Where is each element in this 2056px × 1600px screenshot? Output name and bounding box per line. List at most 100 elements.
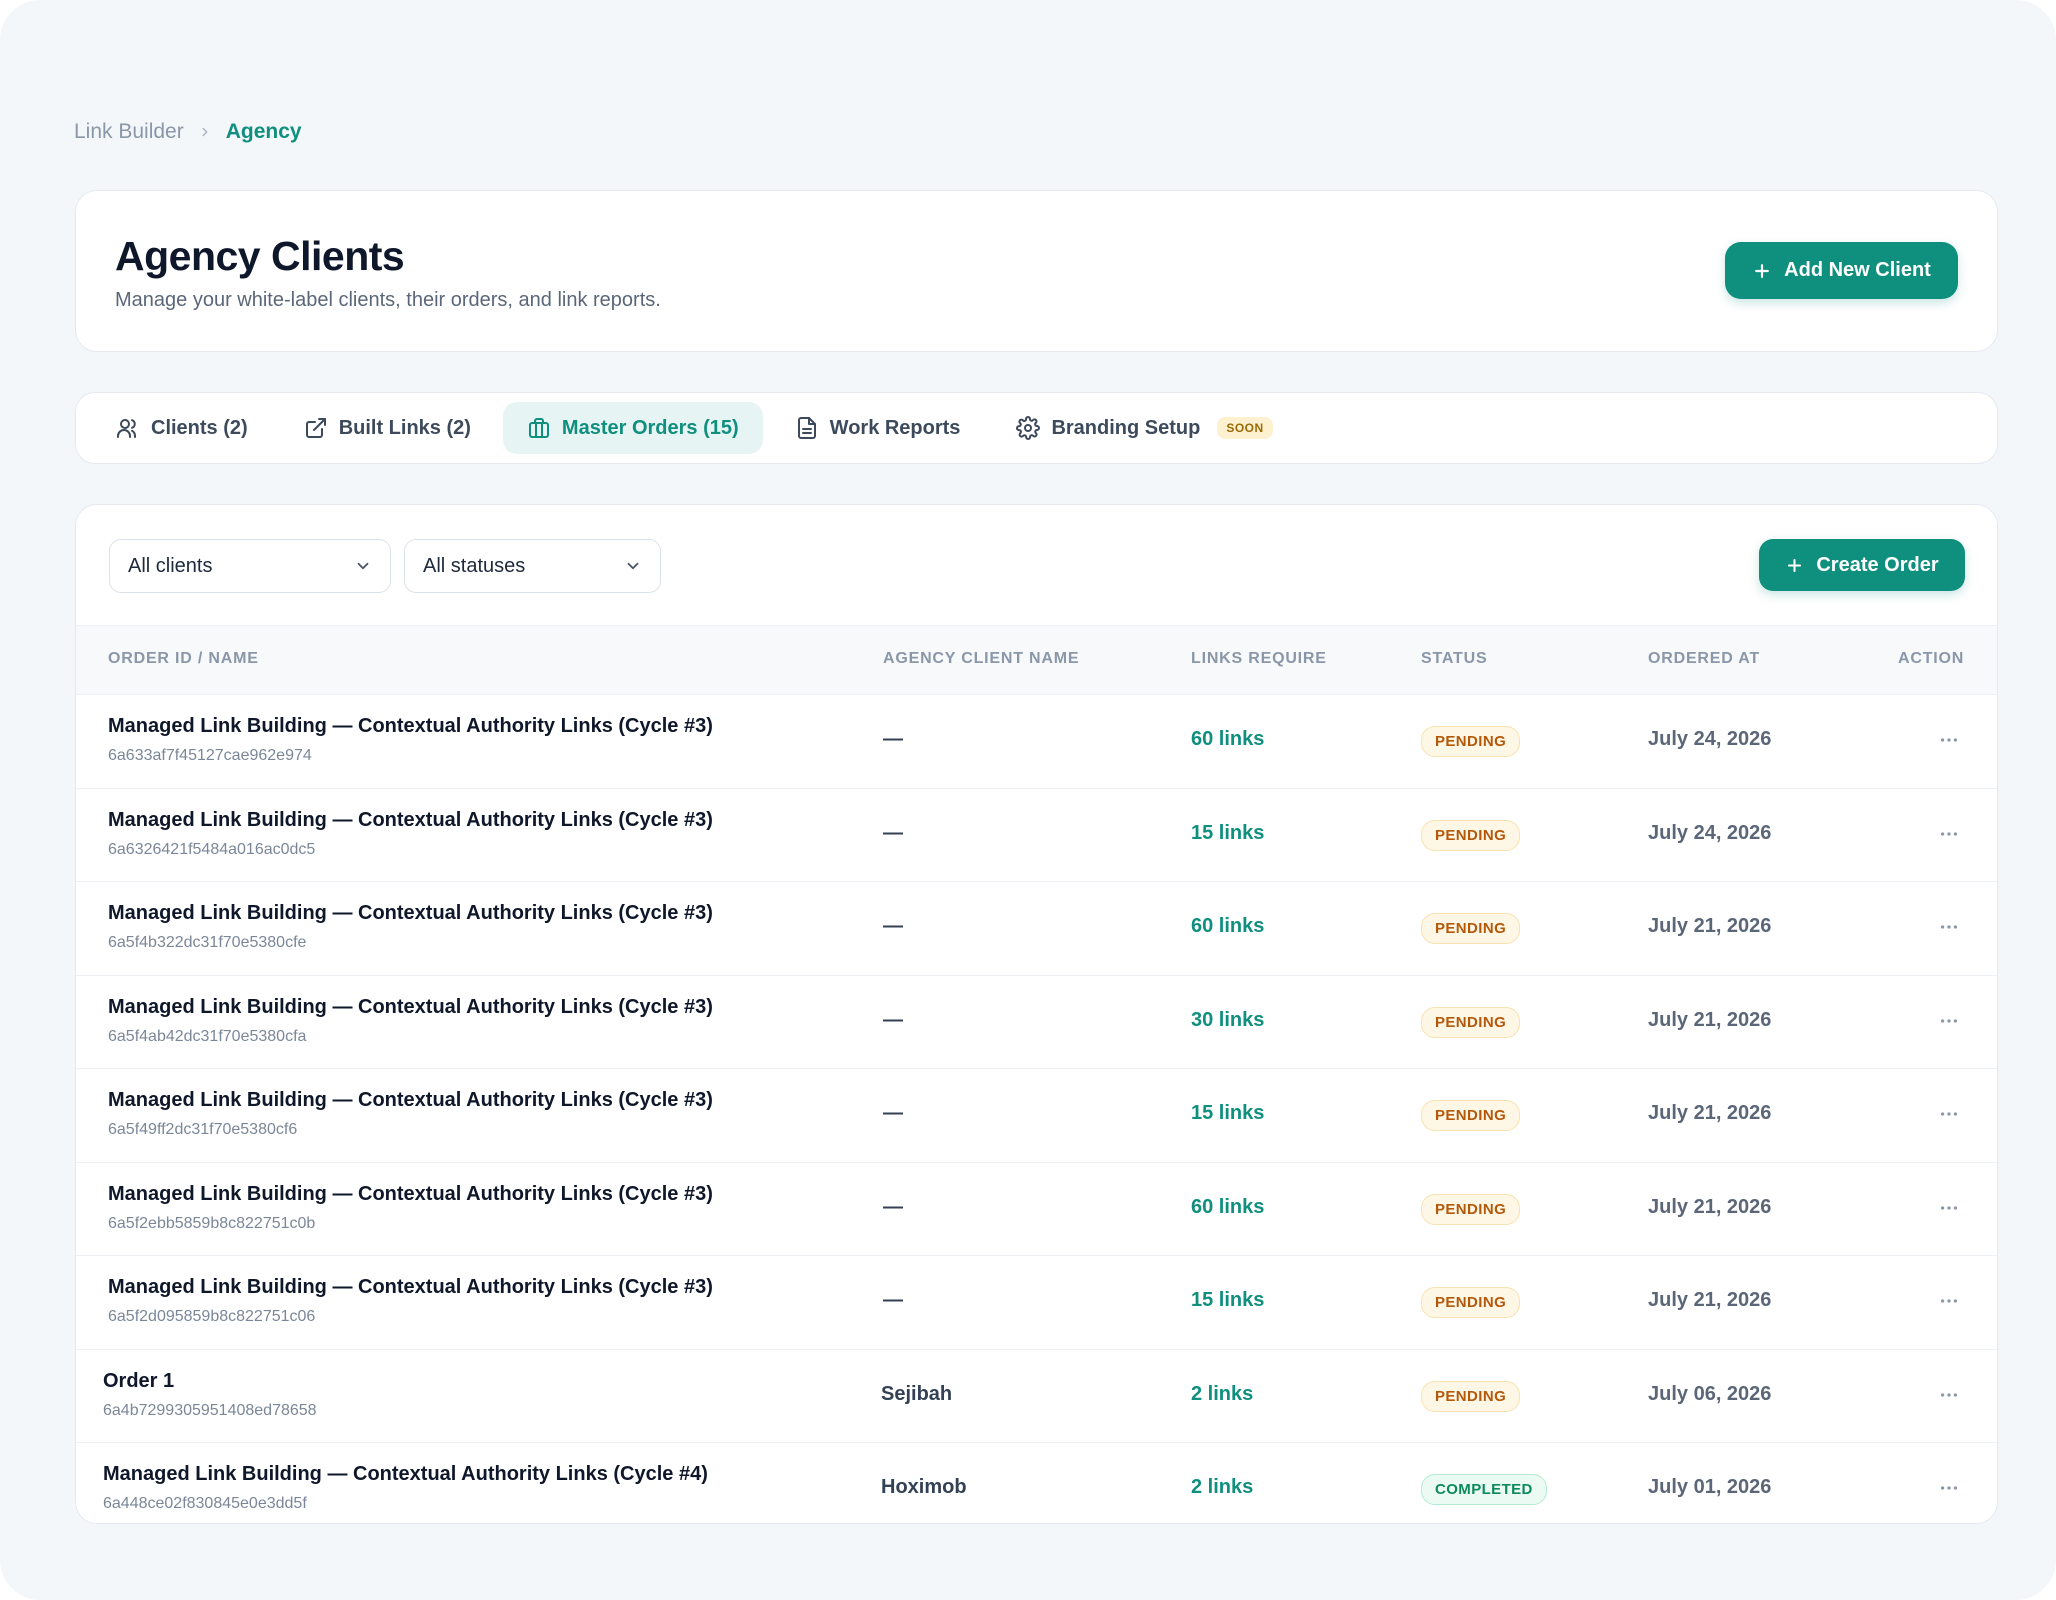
status-badge: PENDING [1421,1100,1521,1131]
row-action-button[interactable] [1934,1193,1964,1223]
status-badge: PENDING [1421,819,1521,851]
table-row[interactable]: Managed Link Building — Contextual Autho… [76,1162,1997,1256]
tab-built-links-label: Built Links (2) [338,416,471,439]
status-filter-select[interactable]: All statuses [404,539,661,593]
links-required: 2 links [1191,1382,1254,1405]
order-name[interactable]: Managed Link Building — Contextual Autho… [108,809,713,832]
table-row[interactable]: Managed Link Building — Contextual Autho… [76,1256,1997,1350]
order-name[interactable]: Managed Link Building — Contextual Autho… [108,1089,713,1112]
links-required: 15 links [1191,1289,1265,1311]
more-horizontal-icon [1940,738,1958,742]
more-horizontal-icon [1940,1205,1958,1210]
row-action-button[interactable] [1934,1099,1964,1129]
order-id: 6a5f2ebb5859b8c822751c0b [108,1214,316,1232]
column-header-status[interactable]: STATUS [1421,650,1487,668]
tab-branding-setup[interactable]: Branding Setup SOON [992,402,1296,454]
more-horizontal-icon [1940,1486,1958,1490]
agency-client-name: Sejibah [881,1382,953,1405]
breadcrumb-current: Agency [225,120,302,143]
add-new-client-button[interactable]: Add New Client [1725,242,1958,299]
more-horizontal-icon [1940,831,1958,836]
orders-table-card: All clients All statuses Create Order OR… [75,504,1998,1524]
page-header-card: Agency Clients Manage your white-label c… [75,190,1998,352]
status-badge: COMPLETED [1421,1474,1547,1505]
create-order-label: Create Order [1816,553,1939,576]
plus-icon [1788,558,1802,572]
app-frame: Link Builder Agency Agency Clients Manag… [0,0,2056,1600]
row-action-button[interactable] [1934,819,1964,849]
row-action-button[interactable] [1934,725,1964,755]
plus-icon [1755,263,1770,278]
links-required: 60 links [1191,915,1265,937]
breadcrumb: Link Builder Agency [74,120,302,144]
ordered-at: July 24, 2026 [1648,728,1772,750]
status-badge: PENDING [1421,1380,1521,1412]
table-row[interactable]: Managed Link Building — Contextual Autho… [76,975,1997,1069]
order-id: 6a448ce02f830845e0e3dd5f [103,1495,307,1512]
order-id: 6a6326421f5484a016ac0dc5 [108,840,316,858]
tab-master-orders[interactable]: Master Orders (15) [502,402,763,454]
table-row[interactable]: Managed Link Building — Contextual Autho… [76,695,1997,789]
chevron-down-icon [357,562,369,570]
links-required: 30 links [1191,1008,1265,1031]
table-row[interactable]: Managed Link Building — Contextual Autho… [76,882,1997,976]
tab-branding-setup-label: Branding Setup [1051,416,1201,439]
order-name[interactable]: Managed Link Building — Contextual Autho… [108,1276,713,1299]
table-header: ORDER ID / NAME AGENCY CLIENT NAME LINKS… [76,625,1997,695]
soon-badge: SOON [1217,417,1273,439]
ordered-at: July 01, 2026 [1648,1476,1772,1498]
external-link-icon [305,418,326,438]
ordered-at: July 21, 2026 [1648,915,1772,937]
column-header-ordered[interactable]: ORDERED AT [1648,650,1760,668]
table-row[interactable]: Managed Link Building — Contextual Autho… [76,788,1997,882]
ordered-at: July 21, 2026 [1648,1195,1772,1218]
more-horizontal-icon [1940,1112,1958,1116]
status-badge: PENDING [1421,913,1521,944]
order-name[interactable]: Managed Link Building — Contextual Autho… [108,902,713,925]
agency-client-name: Hoximob [881,1476,967,1498]
tab-master-orders-label: Master Orders (15) [561,416,739,439]
order-name[interactable]: Managed Link Building — Contextual Autho… [108,996,713,1019]
agency-client-name: — [883,821,903,844]
tab-clients[interactable]: Clients (2) [92,402,272,454]
column-header-client[interactable]: AGENCY CLIENT NAME [883,650,1079,668]
row-action-button[interactable] [1934,1286,1964,1316]
agency-client-name: — [883,728,903,750]
row-action-button[interactable] [1934,1473,1964,1503]
links-required: 15 links [1191,821,1265,844]
gear-icon [1016,416,1041,440]
status-badge: PENDING [1421,1006,1521,1038]
order-name[interactable]: Managed Link Building — Contextual Autho… [108,1183,713,1206]
users-icon [117,419,137,438]
more-horizontal-icon [1940,1392,1958,1397]
order-name[interactable]: Managed Link Building — Contextual Autho… [103,1463,708,1486]
order-id: 6a4b7299305951408ed78658 [103,1401,317,1419]
links-required: 60 links [1191,1195,1265,1218]
row-action-button[interactable] [1934,1006,1964,1036]
table-row[interactable]: Managed Link Building — Contextual Autho… [76,1443,1997,1523]
briefcase-icon [528,418,549,438]
order-name[interactable]: Order 1 [103,1370,174,1393]
links-required: 2 links [1191,1476,1254,1498]
create-order-button[interactable]: Create Order [1759,539,1965,591]
tab-built-links[interactable]: Built Links (2) [280,402,495,454]
agency-client-name: — [883,1195,903,1218]
client-filter-value: All clients [128,554,213,577]
table-row[interactable]: Managed Link Building — Contextual Autho… [76,1069,1997,1163]
order-id: 6a5f49ff2dc31f70e5380cf6 [108,1121,298,1138]
row-action-button[interactable] [1934,1380,1964,1410]
file-text-icon [797,417,816,439]
table-row[interactable]: Order 1 6a4b7299305951408ed78658 Sejibah… [76,1349,1997,1443]
breadcrumb-link-builder[interactable]: Link Builder [74,120,184,144]
tab-work-reports[interactable]: Work Reports [771,402,985,454]
order-id: 6a633af7f45127cae962e974 [108,747,312,764]
column-header-order[interactable]: ORDER ID / NAME [108,650,259,668]
add-new-client-label: Add New Client [1784,259,1931,281]
client-filter-select[interactable]: All clients [109,539,391,593]
ordered-at: July 21, 2026 [1648,1008,1772,1031]
status-badge: PENDING [1421,726,1521,757]
ordered-at: July 21, 2026 [1648,1289,1772,1311]
row-action-button[interactable] [1934,912,1964,942]
column-header-links[interactable]: LINKS REQUIRE [1191,650,1327,668]
order-name[interactable]: Managed Link Building — Contextual Autho… [108,715,713,738]
